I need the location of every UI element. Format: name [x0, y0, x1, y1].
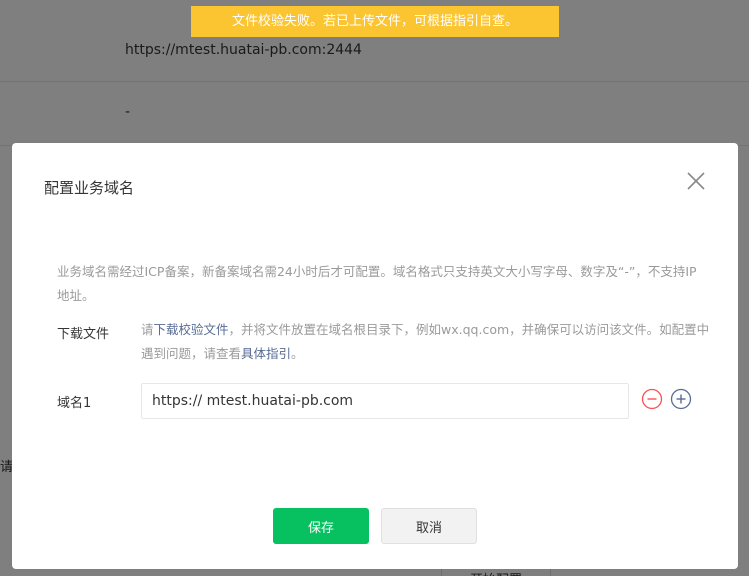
configure-domain-dialog: 配置业务域名 业务域名需经过ICP备案，新备案域名需24小时后才可配置。域名格式… — [12, 143, 738, 569]
add-domain-icon[interactable] — [670, 388, 692, 410]
download-prefix: 请 — [141, 322, 154, 337]
error-toast: 文件校验失败。若已上传文件，可根据指引自查。 — [191, 6, 559, 37]
dialog-title: 配置业务域名 — [44, 179, 135, 197]
save-button[interactable]: 保存 — [273, 508, 369, 544]
download-suffix: 。 — [291, 346, 304, 361]
remove-domain-icon[interactable] — [641, 388, 663, 410]
close-icon[interactable] — [684, 169, 708, 193]
domain-input[interactable] — [141, 383, 629, 419]
download-verify-file-link[interactable]: 下载校验文件 — [154, 322, 229, 337]
domain-notice: 业务域名需经过ICP备案，新备案域名需24小时后才可配置。域名格式只支持英文大小… — [57, 264, 697, 303]
cancel-button[interactable]: 取消 — [381, 508, 477, 544]
download-description: 请下载校验文件，并将文件放置在域名根目录下，例如wx.qq.com，并确保可以访… — [141, 318, 721, 366]
domain-label: 域名1 — [57, 396, 92, 411]
download-file-label: 下载文件 — [57, 327, 110, 342]
guide-link[interactable]: 具体指引 — [241, 346, 291, 361]
